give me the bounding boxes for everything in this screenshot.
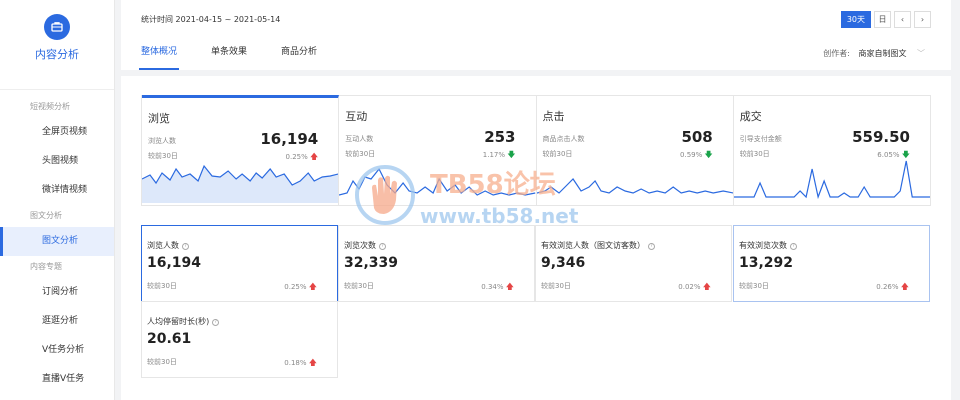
card-metric-value: 559.50 <box>852 128 910 146</box>
sidebar-item-micro-detail-video[interactable]: 微详情视频 <box>0 176 114 205</box>
overview-cards: 浏览 浏览人数 16,194 较前30日 0.25% 🡅 互动 互动人数 253… <box>141 95 931 206</box>
info-icon[interactable]: ? <box>182 243 189 250</box>
metric-card-avg-stay-time[interactable]: 人均停留时长(秒)? 20.61 较前30日 0.18% 🡅 <box>141 301 338 378</box>
creator-value: 商家自制图文 <box>858 49 907 58</box>
card-title: 成交 <box>739 110 762 123</box>
metric-compare-label: 较前30日 <box>739 282 769 290</box>
card-metric-value: 508 <box>681 128 713 146</box>
metric-value: 32,339 <box>344 255 399 271</box>
arrow-up-icon: 🡅 <box>308 358 317 367</box>
card-metric-label: 互动人数 <box>345 135 374 143</box>
arrow-up-icon: 🡅 <box>702 282 711 291</box>
chevron-down-icon: ﹀ <box>917 49 925 58</box>
metric-card-effective-view-count[interactable]: 有效浏览次数? 13,292 较前30日 0.26% 🡅 <box>733 225 930 302</box>
metric-card-view-count[interactable]: 浏览次数? 32,339 较前30日 0.34% 🡅 <box>338 225 535 302</box>
overview-card-interaction[interactable]: 互动 互动人数 253 较前30日 1.17% 🡇 <box>339 96 537 205</box>
metric-label-wrap: 有效浏览次数? <box>739 240 797 251</box>
tab-bar: 整体概况 单条效果 商品分析 <box>138 44 317 70</box>
sidebar-item-guangguang[interactable]: 逛逛分析 <box>0 307 114 336</box>
sidebar-item-fullscreen-video[interactable]: 全屏页视频 <box>0 118 114 147</box>
date-range: 统计时间 2021-04-15 ~ 2021-05-14 <box>141 15 281 24</box>
sidebar-item-graphic-analysis[interactable]: 图文分析 <box>0 227 114 256</box>
group-title-short-video: 短视频分析 <box>30 102 70 111</box>
metric-card-view-users[interactable]: 浏览人数? 16,194 较前30日 0.25% 🡅 <box>141 225 338 302</box>
overview-card-click[interactable]: 点击 商品点击人数 508 较前30日 0.59% 🡇 <box>536 96 734 205</box>
metric-change: 0.25% 🡅 <box>284 281 317 295</box>
sidebar-item-live-v-task[interactable]: 直播V任务 <box>0 365 114 394</box>
card-title: 互动 <box>345 110 368 123</box>
metric-value: 20.61 <box>147 331 192 347</box>
header-bar: 统计时间 2021-04-15 ~ 2021-05-14 30天 日 ‹ › 整… <box>121 0 951 70</box>
group-title-graphic: 图文分析 <box>30 211 62 220</box>
card-metric-label: 商品点击人数 <box>542 135 585 143</box>
briefcase-icon <box>44 14 70 40</box>
card-metric-label: 引导支付金额 <box>739 135 782 143</box>
arrow-up-icon: 🡅 <box>505 282 514 291</box>
creator-label: 创作者: <box>823 49 850 58</box>
overview-card-browse[interactable]: 浏览 浏览人数 16,194 较前30日 0.25% 🡅 <box>142 95 340 205</box>
metric-change-pct: 0.26% <box>876 283 899 291</box>
info-icon[interactable]: ? <box>379 243 386 250</box>
metric-change-pct: 0.34% <box>481 283 504 291</box>
sidebar-item-header-video[interactable]: 头图视频 <box>0 147 114 176</box>
metric-label: 有效浏览次数 <box>739 241 787 250</box>
metric-label: 有效浏览人数（图文访客数） <box>541 241 645 250</box>
metric-compare-label: 较前30日 <box>147 358 177 366</box>
sparkline-click <box>536 178 733 194</box>
metric-change: 0.34% 🡅 <box>481 281 514 295</box>
metric-label: 浏览次数 <box>344 241 376 250</box>
metric-change: 0.02% 🡅 <box>678 281 711 295</box>
sidebar-title: 内容分析 <box>35 48 79 61</box>
main-panel: 浏览 浏览人数 16,194 较前30日 0.25% 🡅 互动 互动人数 253… <box>121 76 951 400</box>
creator-select[interactable]: 创作者: 商家自制图文 ﹀ <box>823 48 925 59</box>
metric-compare-label: 较前30日 <box>344 282 374 290</box>
info-icon[interactable]: ? <box>212 319 220 326</box>
metric-value: 9,346 <box>541 255 586 271</box>
tab-product-analysis[interactable]: 商品分析 <box>281 44 317 70</box>
sidebar-item-subscription[interactable]: 订阅分析 <box>0 278 114 307</box>
metric-change: 0.18% 🡅 <box>284 357 317 371</box>
metric-compare-label: 较前30日 <box>147 282 177 290</box>
info-icon[interactable]: ? <box>790 243 797 250</box>
metric-value: 16,194 <box>147 255 202 271</box>
sparkline-interaction <box>339 167 536 196</box>
metric-change-pct: 0.02% <box>678 283 701 291</box>
range-day-button[interactable]: 日 <box>874 11 891 28</box>
prev-period-button[interactable]: ‹ <box>894 11 911 28</box>
metric-label-wrap: 有效浏览人数（图文访客数）? <box>541 240 655 251</box>
metric-compare-label: 较前30日 <box>541 282 571 290</box>
card-metric-value: 16,194 <box>260 130 319 148</box>
tab-single-effect[interactable]: 单条效果 <box>211 44 247 70</box>
arrow-up-icon: 🡅 <box>900 282 909 291</box>
card-title: 浏览 <box>148 112 170 125</box>
sidebar: 内容分析 短视频分析 全屏页视频 头图视频 微详情视频 图文分析 图文分析 内容… <box>0 0 115 400</box>
next-period-button[interactable]: › <box>914 11 931 28</box>
card-metric-label: 浏览人数 <box>148 137 176 145</box>
metric-label-wrap: 浏览人数? <box>147 240 189 251</box>
range-buttons: 30天 日 ‹ › <box>840 11 931 28</box>
metric-change-pct: 0.25% <box>284 283 307 291</box>
metric-label-wrap: 人均停留时长(秒)? <box>147 316 220 327</box>
card-metric-value: 253 <box>484 128 516 146</box>
sidebar-brand: 内容分析 <box>0 14 114 90</box>
overview-card-deal[interactable]: 成交 引导支付金额 559.50 较前30日 6.05% 🡇 <box>733 96 930 205</box>
metric-change: 0.26% 🡅 <box>876 281 909 295</box>
group-title-content-topic: 内容专题 <box>30 262 62 271</box>
sidebar-item-v-task[interactable]: V任务分析 <box>0 336 114 365</box>
metric-label: 人均停留时长(秒) <box>147 317 210 326</box>
sparkline-browse <box>142 164 339 203</box>
tab-overview[interactable]: 整体概况 <box>138 44 180 70</box>
metric-label-wrap: 浏览次数? <box>344 240 386 251</box>
info-icon[interactable]: ? <box>648 243 655 250</box>
metric-change-pct: 0.18% <box>284 359 307 367</box>
sparkline-deal <box>733 160 930 200</box>
arrow-up-icon: 🡅 <box>308 282 317 291</box>
metric-value: 13,292 <box>739 255 794 271</box>
card-title: 点击 <box>542 110 565 123</box>
metric-card-effective-view-users[interactable]: 有效浏览人数（图文访客数）? 9,346 较前30日 0.02% 🡅 <box>535 225 732 302</box>
metric-label: 浏览人数 <box>147 241 179 250</box>
range-30-days-button[interactable]: 30天 <box>840 11 871 28</box>
